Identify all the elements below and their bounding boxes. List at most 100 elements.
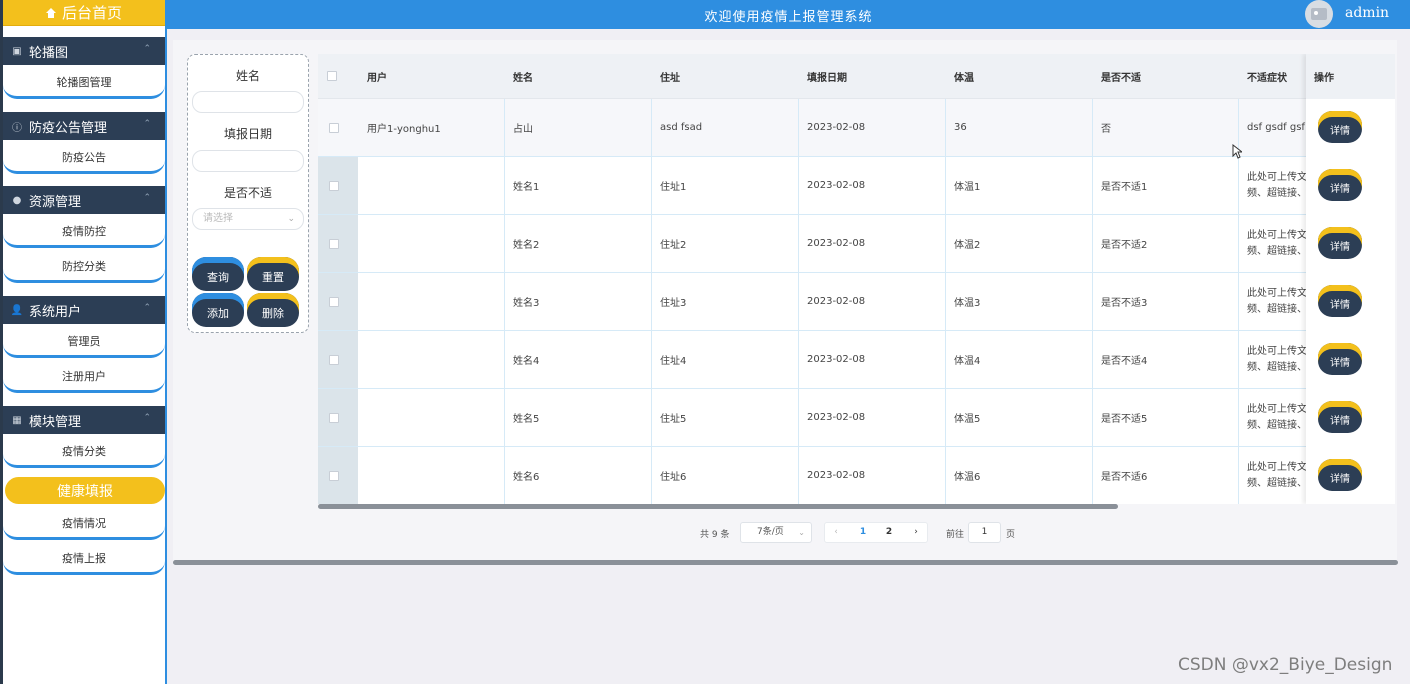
- detail-button[interactable]: 详情: [1318, 111, 1362, 143]
- sidebar-item-epidemic-status[interactable]: 疫情情况: [3, 508, 165, 540]
- table-cell-date: 2023-02-08: [799, 389, 946, 446]
- page-size-select[interactable]: 7条/页 ⌄: [740, 522, 812, 543]
- row-checkbox[interactable]: [329, 297, 339, 307]
- detail-button[interactable]: 详情: [1318, 285, 1362, 317]
- table-cell-user: [358, 331, 505, 388]
- home-link[interactable]: 后台首页: [3, 0, 165, 26]
- detail-button[interactable]: 详情: [1318, 401, 1362, 433]
- sidebar-item-notice[interactable]: 防疫公告: [3, 142, 165, 174]
- main-horizontal-scrollbar[interactable]: [173, 560, 1398, 565]
- table-cell-temp: 体温3: [946, 273, 1093, 330]
- row-checkbox[interactable]: [329, 181, 339, 191]
- table-cell-date: 2023-02-08: [799, 447, 946, 504]
- data-table: 用户 姓名 住址 填报日期 体温 是否不适 不适症状 用户1-yonghu1 占山…: [318, 54, 1395, 504]
- username[interactable]: admin: [1345, 5, 1389, 21]
- add-button[interactable]: 添加: [192, 293, 244, 327]
- row-checkbox[interactable]: [329, 413, 339, 423]
- table-row: 姓名6 住址6 2023-02-08 体温6 是否不适6 此处可上传文 频、超链接、: [318, 447, 1395, 504]
- reset-button[interactable]: 重置: [247, 257, 299, 291]
- unwell-select[interactable]: 请选择 ⌄: [192, 208, 304, 230]
- table-horizontal-scrollbar[interactable]: [318, 504, 1118, 509]
- delete-button[interactable]: 删除: [247, 293, 299, 327]
- home-icon: [45, 7, 56, 18]
- sidebar-group-label: 轮播图: [29, 45, 69, 61]
- table-row: 姓名2 住址2 2023-02-08 体温2 是否不适2 此处可上传文 频、超链接、: [318, 215, 1395, 273]
- table-cell-date: 2023-02-08: [799, 99, 946, 156]
- table-cell-temp: 体温6: [946, 447, 1093, 504]
- sidebar-group-resource[interactable]: ● 资源管理 ⌃: [3, 186, 165, 214]
- operation-column: 操作 详情 详情 详情 详情 详情 详情 详情: [1306, 54, 1395, 504]
- total-count: 共 9 条: [700, 529, 730, 540]
- sidebar-group-system-users[interactable]: 👤 系统用户 ⌃: [3, 296, 165, 324]
- detail-button[interactable]: 详情: [1318, 227, 1362, 259]
- table-row: 姓名1 住址1 2023-02-08 体温1 是否不适1 此处可上传文 频、超链接、: [318, 157, 1395, 215]
- sidebar-item-registered-users[interactable]: 注册用户: [3, 361, 165, 393]
- detail-button[interactable]: 详情: [1318, 459, 1362, 491]
- detail-button[interactable]: 详情: [1318, 169, 1362, 201]
- sidebar-item-health-report[interactable]: 健康填报: [5, 477, 165, 504]
- row-checkbox[interactable]: [329, 239, 339, 249]
- watermark: CSDN @vx2_Biye_Design: [1178, 655, 1393, 675]
- detail-button[interactable]: 详情: [1318, 343, 1362, 375]
- column-header-temperature: 体温: [954, 73, 974, 84]
- table-cell-name: 姓名6: [505, 447, 652, 504]
- goto-page-input[interactable]: 1: [968, 522, 1001, 543]
- chevron-down-icon: ⌄: [287, 214, 295, 224]
- table-cell-address: 住址3: [652, 273, 799, 330]
- chevron-up-icon: ⌃: [143, 44, 151, 54]
- symptom-line: 频、超链接、: [1247, 187, 1307, 199]
- sidebar: 后台首页 ▣ 轮播图 ⌃ 轮播图管理 ⓘ 防疫公告管理 ⌃ 防疫公告 ● 资源管…: [0, 0, 167, 684]
- sidebar-group-label: 模块管理: [29, 414, 82, 430]
- table-cell-date: 2023-02-08: [799, 157, 946, 214]
- table-cell-name: 姓名1: [505, 157, 652, 214]
- sidebar-item-admin[interactable]: 管理员: [3, 326, 165, 358]
- avatar[interactable]: [1305, 0, 1333, 28]
- image-icon: ▣: [12, 45, 22, 57]
- info-icon: ⓘ: [12, 122, 22, 134]
- column-header-unwell: 是否不适: [1101, 73, 1141, 84]
- location-icon: ●: [12, 194, 22, 206]
- sidebar-item-carousel-manage[interactable]: 轮播图管理: [3, 67, 165, 99]
- sidebar-group-notice[interactable]: ⓘ 防疫公告管理 ⌃: [3, 112, 165, 140]
- sidebar-group-modules[interactable]: ▦ 模块管理 ⌃: [3, 406, 165, 434]
- page-button-1[interactable]: 1: [856, 523, 870, 542]
- symptom-line: 此处可上传文: [1247, 345, 1307, 357]
- select-all-checkbox[interactable]: [327, 71, 337, 81]
- table-cell-user: [358, 157, 505, 214]
- sidebar-item-epidemic-report[interactable]: 疫情上报: [3, 543, 165, 575]
- symptom-line: 此处可上传文: [1247, 287, 1307, 299]
- query-button[interactable]: 查询: [192, 257, 244, 291]
- next-page-button[interactable]: ›: [909, 523, 923, 542]
- table-cell-address: asd fsad: [652, 99, 799, 156]
- table-cell-unwell: 是否不适6: [1093, 447, 1239, 504]
- table-cell-user: [358, 273, 505, 330]
- table-cell-user: [358, 215, 505, 272]
- prev-page-button[interactable]: ‹: [829, 523, 843, 542]
- chevron-down-icon: ⌄: [798, 528, 805, 537]
- column-header-address: 住址: [660, 73, 680, 84]
- sidebar-group-carousel[interactable]: ▣ 轮播图 ⌃: [3, 37, 165, 65]
- row-checkbox[interactable]: [329, 123, 339, 133]
- sidebar-item-epidemic-category[interactable]: 疫情分类: [3, 436, 165, 468]
- table-row: 姓名3 住址3 2023-02-08 体温3 是否不适3 此处可上传文 频、超链接、: [318, 273, 1395, 331]
- sidebar-item-control-category[interactable]: 防控分类: [3, 251, 165, 283]
- table-cell-name: 姓名3: [505, 273, 652, 330]
- chevron-up-icon: ⌃: [143, 119, 151, 129]
- page-unit-label: 页: [1006, 529, 1016, 540]
- column-header-name: 姓名: [513, 73, 533, 84]
- user-icon: 👤: [10, 304, 24, 316]
- table-header: 用户 姓名 住址 填报日期 体温 是否不适 不适症状: [318, 54, 1395, 99]
- row-checkbox[interactable]: [329, 355, 339, 365]
- unwell-label: 是否不适: [223, 186, 272, 200]
- name-input[interactable]: [192, 91, 304, 113]
- column-header-date: 填报日期: [807, 73, 847, 84]
- page-button-2[interactable]: 2: [882, 523, 896, 542]
- table-cell-address: 住址2: [652, 215, 799, 272]
- date-label: 填报日期: [223, 127, 272, 141]
- column-header-symptom: 不适症状: [1247, 73, 1287, 84]
- sidebar-item-epidemic-control[interactable]: 疫情防控: [3, 216, 165, 248]
- row-checkbox[interactable]: [329, 471, 339, 481]
- symptom-line: 此处可上传文: [1247, 171, 1307, 183]
- date-input[interactable]: [192, 150, 304, 172]
- page-title: 欢迎使用疫情上报管理系统: [704, 10, 873, 25]
